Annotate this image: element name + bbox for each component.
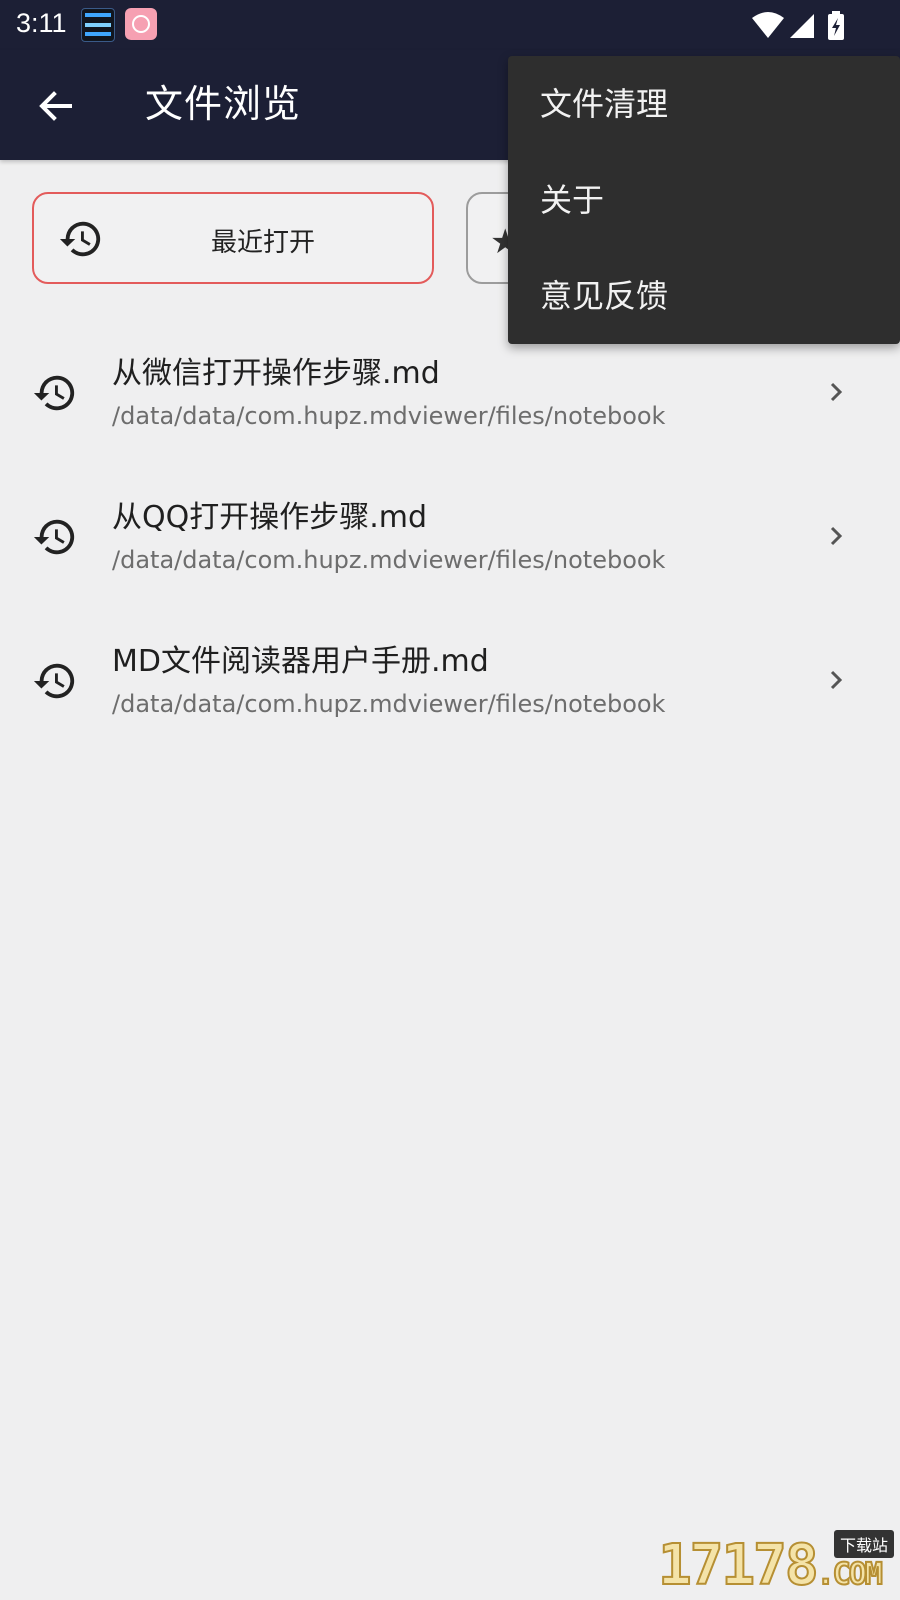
- chevron-right-icon: [830, 670, 843, 690]
- tab-recent[interactable]: 最近打开: [32, 192, 434, 284]
- menu-item-file-cleanup[interactable]: 文件清理: [508, 56, 900, 152]
- wifi-icon: [752, 12, 784, 38]
- file-name: MD文件阅读器用户手册.md: [112, 644, 489, 679]
- page-title: 文件浏览: [145, 82, 302, 126]
- file-path: /data/data/com.hupz.mdviewer/files/noteb…: [112, 546, 666, 574]
- history-icon: [33, 375, 75, 411]
- history-icon: [33, 663, 75, 699]
- clock-widget-notification-icon: [81, 8, 115, 42]
- file-path: /data/data/com.hupz.mdviewer/files/noteb…: [112, 690, 666, 718]
- list-item[interactable]: MD文件阅读器用户手册.md /data/data/com.hupz.mdvie…: [0, 608, 900, 752]
- back-arrow-icon[interactable]: [28, 78, 84, 134]
- chevron-right-icon: [830, 382, 843, 402]
- watermark: 17178.COM 下载站: [657, 1530, 894, 1599]
- menu-item-feedback[interactable]: 意见反馈: [508, 248, 900, 344]
- tab-recent-label: 最近打开: [210, 228, 315, 258]
- menu-item-about[interactable]: 关于: [508, 152, 900, 248]
- chevron-right-icon: [830, 526, 843, 546]
- file-name: 从QQ打开操作步骤.md: [112, 500, 428, 535]
- overflow-menu: 文件清理 关于 意见反馈: [508, 56, 900, 344]
- history-icon: [33, 519, 75, 555]
- app-notification-icon: [125, 8, 157, 40]
- signal-icon: [790, 14, 814, 38]
- watermark-badge: 下载站: [833, 1530, 894, 1558]
- system-status-icons: [752, 11, 844, 40]
- file-name: 从微信打开操作步骤.md: [112, 356, 440, 391]
- list-item[interactable]: 从QQ打开操作步骤.md /data/data/com.hupz.mdviewe…: [0, 464, 900, 608]
- battery-charging-icon: [828, 11, 844, 40]
- status-time: 3:11: [16, 8, 67, 38]
- status-bar: 3:11: [0, 0, 900, 50]
- file-list: 从微信打开操作步骤.md /data/data/com.hupz.mdviewe…: [0, 320, 900, 752]
- file-path: /data/data/com.hupz.mdviewer/files/noteb…: [112, 402, 666, 430]
